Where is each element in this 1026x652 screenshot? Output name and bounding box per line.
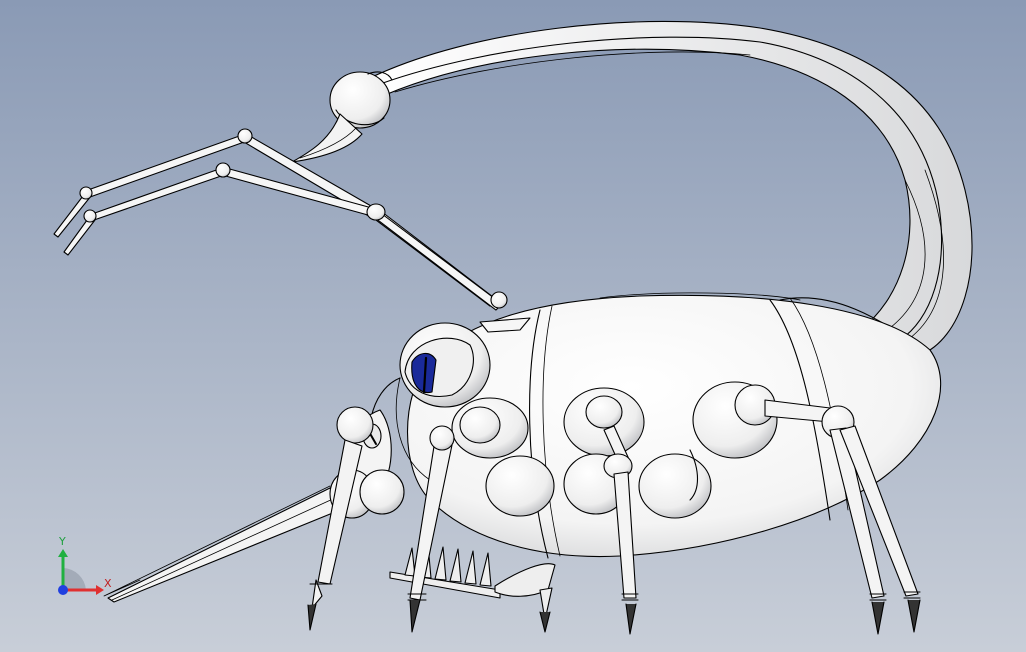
x-axis-label: X [104,577,112,590]
y-axis-label: Y [58,535,66,548]
model-canvas[interactable]: X Y [0,0,1026,652]
z-axis-indicator [58,585,68,595]
graphics-viewport[interactable]: X Y [0,0,1026,652]
